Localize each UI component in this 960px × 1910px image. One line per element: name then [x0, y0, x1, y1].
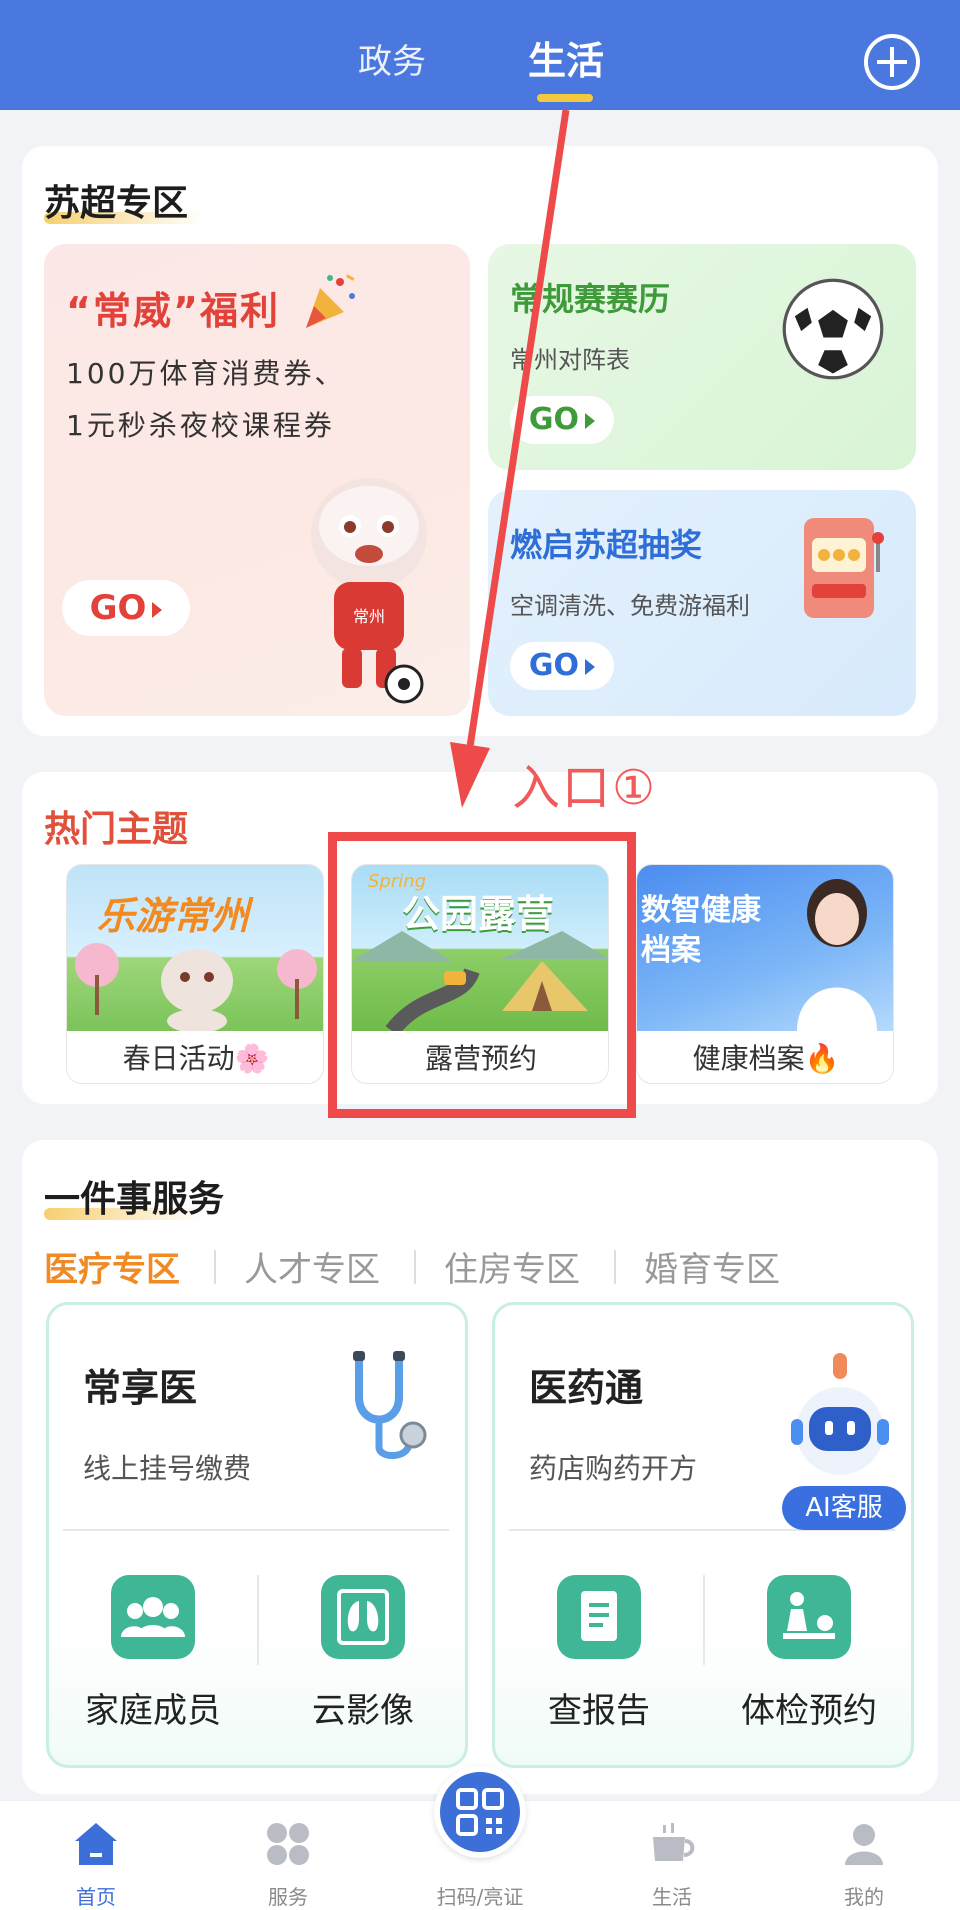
go-label: GO [528, 648, 580, 683]
person-icon [845, 1824, 883, 1865]
nav-item-home[interactable]: 首页 [26, 1801, 166, 1910]
grid-icon [267, 1823, 309, 1865]
go-label: GO [528, 402, 580, 437]
ai-service-badge[interactable]: AI客服 [782, 1486, 906, 1530]
play-triangle-icon [585, 658, 596, 675]
tab-life[interactable]: 生活 [528, 30, 604, 85]
schedule-promo-card[interactable]: 常规赛赛历 常州对阵表 GO [488, 244, 916, 470]
card-vertical-divider [257, 1575, 259, 1665]
spring-banner-image: 乐游常州 [67, 865, 323, 1031]
service-desc: 药店购药开方 [529, 1452, 698, 1485]
plus-icon[interactable] [864, 34, 920, 90]
qr-code-icon [456, 1788, 504, 1836]
home-icon [75, 1823, 117, 1865]
robot-icon [791, 1353, 889, 1475]
service-item-label[interactable]: 查报告 [499, 1683, 699, 1732]
tab-housing[interactable]: 住房专区 [444, 1242, 580, 1291]
lottery-subtitle: 空调清洗、免费游福利 [510, 592, 750, 620]
tab-separator [614, 1250, 616, 1284]
spring-banner-text: 乐游常州 [97, 894, 250, 938]
tab-talent[interactable]: 人才专区 [244, 1242, 380, 1291]
doctor-avatar-icon [797, 879, 877, 1031]
nav-label: 我的 [844, 1885, 884, 1909]
entry-annotation-label: 入口① [512, 760, 658, 816]
tab-separator [214, 1250, 216, 1284]
card-divider [63, 1529, 449, 1531]
section-title-services: 一件事服务 [44, 1179, 225, 1220]
dragon-mascot-image: 常州 [311, 478, 427, 704]
active-tab-indicator [537, 94, 593, 102]
health-banner-text: 数智健康档案 [641, 893, 761, 968]
mascot-badge-text: 常州 [353, 607, 385, 626]
nav-item-life[interactable]: 生活 [602, 1801, 742, 1910]
nav-label: 扫码/亮证 [436, 1885, 524, 1909]
section-title-hot-topics: 热门主题 [44, 809, 189, 850]
welfare-line-1: 100万体育消费券、 [66, 357, 346, 390]
top-header: 政务 生活 [0, 0, 960, 110]
report-icon[interactable] [557, 1575, 641, 1659]
welfare-promo-card[interactable]: “常威”福利 100万体育消费券、 1元秒杀夜校课程券 GO 常州 [44, 244, 470, 716]
family-icon[interactable] [111, 1575, 195, 1659]
lottery-go-button[interactable]: GO [510, 642, 614, 690]
play-triangle-icon [152, 601, 163, 618]
service-name: 医药通 [529, 1366, 644, 1410]
nav-label: 服务 [268, 1885, 308, 1909]
topic-label-spring: 春日活动🌸 [122, 1042, 270, 1075]
schedule-go-button[interactable]: GO [510, 396, 614, 444]
service-desc: 线上挂号缴费 [83, 1452, 252, 1485]
go-label: GO [89, 588, 147, 628]
section-title-su-chao: 苏超专区 [44, 183, 189, 224]
service-name: 常享医 [83, 1366, 198, 1410]
play-triangle-icon [585, 412, 596, 429]
tab-marriage[interactable]: 婚育专区 [644, 1242, 780, 1291]
slot-machine-icon [804, 518, 884, 618]
stethoscope-icon [353, 1351, 427, 1459]
entry-highlight-box [328, 832, 636, 1118]
nav-item-services[interactable]: 服务 [218, 1801, 358, 1910]
service-item-label[interactable]: 云影像 [263, 1683, 463, 1732]
lottery-title: 燃启苏超抽奖 [510, 526, 703, 564]
nav-item-mine[interactable]: 我的 [794, 1801, 934, 1910]
topic-card-health[interactable]: 数智健康档案 健康档案🔥 [636, 864, 894, 1084]
tab-medical[interactable]: 医疗专区 [44, 1242, 180, 1291]
welfare-title: “常威”福利 [66, 289, 280, 333]
service-item-label[interactable]: 家庭成员 [53, 1683, 253, 1732]
service-card-yiyaotong[interactable]: 医药通 药店购药开方 查报告 体检预约 [492, 1302, 914, 1768]
spring-scene-icon [75, 943, 317, 1031]
service-card-changxiangyi[interactable]: 常享医 线上挂号缴费 家庭成员 云影像 [46, 1302, 468, 1768]
nav-label: 生活 [652, 1885, 692, 1909]
welfare-line-2: 1元秒杀夜校课程券 [66, 409, 335, 442]
lottery-promo-card[interactable]: 燃启苏超抽奖 空调清洗、免费游福利 GO [488, 490, 916, 716]
card-vertical-divider [703, 1575, 705, 1665]
scan-button[interactable] [434, 1766, 526, 1858]
party-popper-icon [306, 274, 355, 328]
health-banner-image: 数智健康档案 [637, 865, 893, 1031]
tab-government[interactable]: 政务 [358, 34, 426, 83]
tab-separator [414, 1250, 416, 1284]
service-item-label[interactable]: 体检预约 [709, 1683, 909, 1732]
nav-label: 首页 [76, 1885, 116, 1909]
lung-scan-icon[interactable] [321, 1575, 405, 1659]
checkup-icon[interactable] [767, 1575, 851, 1659]
topic-card-spring[interactable]: 乐游常州 春日活动🌸 [66, 864, 324, 1084]
coffee-cup-icon [653, 1823, 695, 1861]
soccer-ball-icon [782, 278, 884, 380]
topic-label-health: 健康档案🔥 [692, 1042, 840, 1075]
schedule-title: 常规赛赛历 [510, 280, 671, 318]
welfare-go-button[interactable]: GO [62, 580, 190, 636]
schedule-subtitle: 常州对阵表 [510, 346, 630, 374]
